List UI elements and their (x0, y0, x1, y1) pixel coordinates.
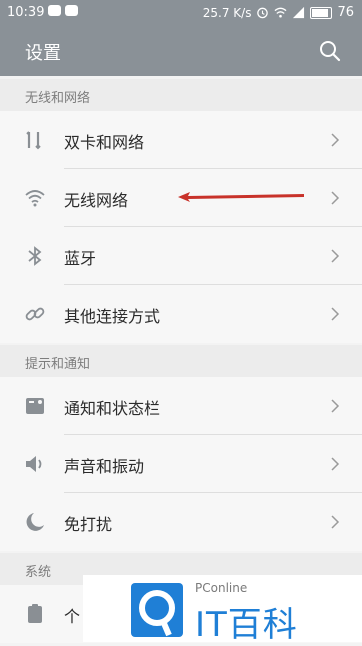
chevron-right-icon (331, 399, 340, 413)
signal-icon (293, 6, 305, 19)
section-header-label: 无线和网络 (25, 91, 91, 106)
settings-item-do-not-disturb[interactable]: 免打扰 (0, 493, 362, 551)
image-notification-icon (48, 5, 61, 16)
app-bar: 设置 (0, 26, 362, 76)
chevron-right-icon (331, 133, 340, 147)
settings-item-bluetooth[interactable]: 蓝牙 (0, 227, 362, 285)
settings-item-label: 个 (64, 607, 81, 626)
link-icon (25, 307, 45, 321)
network-speed: 25.7 K/s (202, 5, 252, 20)
section-header-wireless: 无线和网络 (0, 79, 362, 111)
notification-icon (26, 398, 44, 414)
section-header-notifications: 提示和通知 (0, 345, 362, 377)
settings-item-label: 双卡和网络 (64, 133, 145, 152)
chat-notification-icon (65, 5, 78, 16)
status-bar: 10:39 25.7 K/s 76 (0, 0, 362, 26)
notification-icons (48, 5, 78, 16)
chevron-right-icon (331, 515, 340, 529)
settings-item-notifications[interactable]: 通知和状态栏 (0, 377, 362, 435)
dual-sim-icon (26, 131, 41, 150)
pconline-watermark: PConline IT百科 (83, 575, 362, 645)
battery-icon (310, 6, 333, 19)
red-arrow-annotation (178, 192, 304, 202)
section-header-label: 提示和通知 (25, 357, 91, 372)
settings-item-other-connections[interactable]: 其他连接方式 (0, 285, 362, 343)
page-title: 设置 (25, 43, 61, 64)
battery-level: 76 (337, 5, 354, 20)
watermark-subtitle: PConline (195, 581, 248, 595)
settings-item-label: 蓝牙 (64, 249, 97, 268)
search-icon[interactable] (318, 39, 342, 63)
clipboard-icon (28, 604, 42, 623)
status-time: 10:39 (7, 5, 45, 20)
speaker-icon (26, 456, 42, 472)
chevron-right-icon (331, 307, 340, 321)
chevron-right-icon (331, 191, 340, 205)
settings-item-label: 无线网络 (64, 191, 129, 210)
bluetooth-icon (28, 246, 42, 266)
watermark-title: IT百科 (195, 605, 298, 645)
settings-item-label: 声音和振动 (64, 457, 145, 476)
section-header-label: 系统 (25, 565, 52, 580)
settings-item-label: 通知和状态栏 (64, 399, 161, 418)
chevron-right-icon (331, 249, 340, 263)
pconline-logo-icon (131, 583, 183, 637)
wifi-status-icon (274, 7, 287, 18)
wifi-icon (25, 190, 45, 207)
status-right: 25.7 K/s 76 (203, 5, 354, 20)
settings-item-label: 免打扰 (64, 515, 113, 534)
alarm-icon (257, 7, 269, 19)
moon-icon (26, 513, 44, 531)
settings-item-sound[interactable]: 声音和振动 (0, 435, 362, 493)
chevron-right-icon (331, 457, 340, 471)
settings-item-label: 其他连接方式 (64, 307, 161, 326)
settings-item-dual-sim[interactable]: 双卡和网络 (0, 111, 362, 169)
